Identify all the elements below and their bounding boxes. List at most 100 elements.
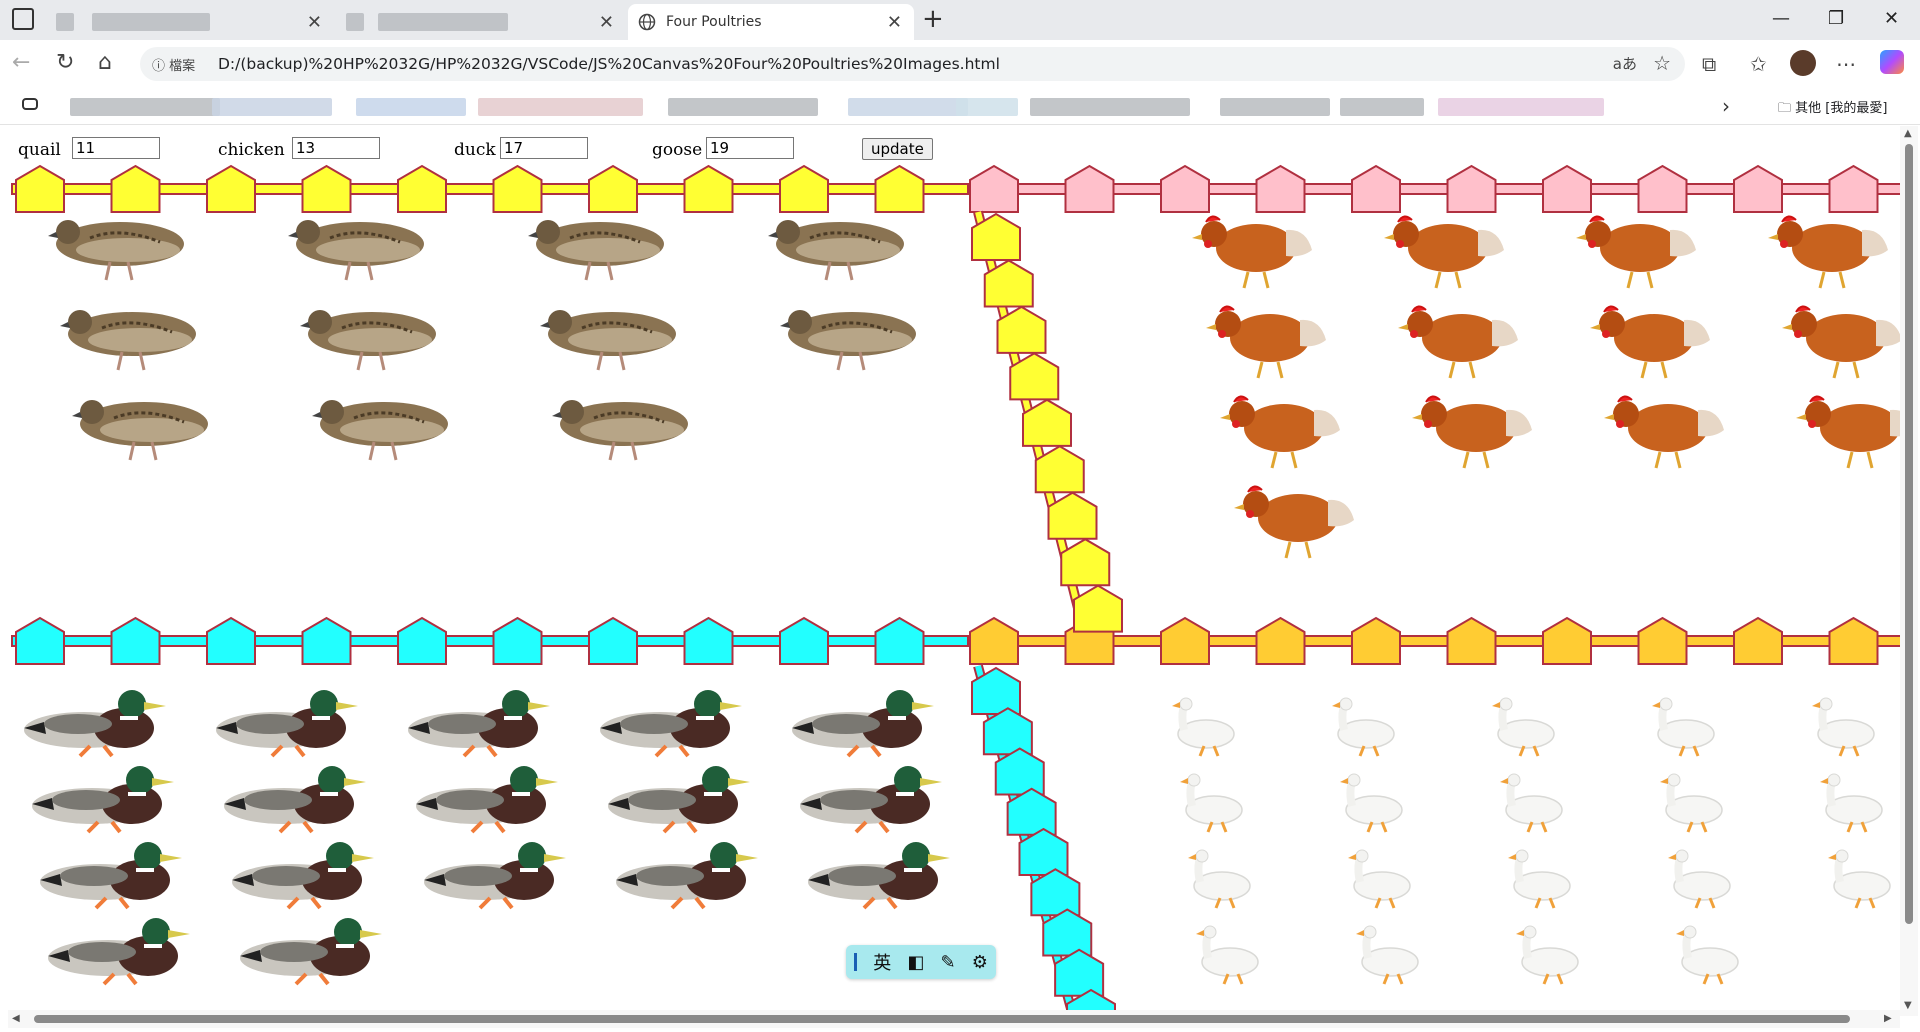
bookmark-item[interactable] [1030,98,1190,116]
goose-image [1660,773,1723,833]
restore-icon[interactable]: ❐ [1828,8,1844,29]
duck-image [424,842,566,910]
scroll-right-icon[interactable]: ▶ [1884,1013,1892,1024]
ime-width-icon[interactable]: ◧ [907,952,924,973]
chicken-fence-post [1160,164,1210,213]
chicken-image [1604,395,1724,469]
home-icon[interactable]: ⌂ [98,50,112,75]
bookmark-item[interactable] [478,98,643,116]
duck-fence-post [15,616,65,665]
bookmark-item[interactable] [956,98,1018,116]
bookmark-item[interactable] [356,98,466,116]
bookmark-item[interactable] [1340,98,1424,116]
tab-close-icon[interactable]: ✕ [307,12,322,33]
goose-image [1188,849,1251,909]
chicken-input[interactable] [292,137,380,159]
translate-icon[interactable]: aあ [1613,53,1637,74]
vertical-scrollbar[interactable]: ▲ ▼ [1900,126,1918,1016]
chicken-image [1576,215,1696,289]
chicken-image [1384,215,1504,289]
chicken-image [1398,305,1518,379]
back-icon[interactable]: ← [12,50,30,75]
chicken-fence-post [1446,164,1497,213]
goose-fence-post [1351,616,1401,665]
address-bar-row: ← ↻ ⌂ ⓘ 檔案 D:/(backup)%20HP%2032G/HP%203… [0,40,1920,90]
avatar[interactable] [1790,50,1816,76]
quail-image [48,220,184,281]
goose-input[interactable] [706,137,794,159]
goose-image [1340,773,1403,833]
tab-close-icon[interactable]: ✕ [887,12,902,33]
goose-image [1180,773,1243,833]
ime-grip-icon[interactable] [854,953,858,971]
goose-image [1196,925,1259,985]
chicken-fence-post [1064,164,1115,213]
reading-icon[interactable] [22,98,38,110]
duck-fence-post [683,616,734,665]
chicken-image [1234,485,1354,559]
ime-pad-icon[interactable]: ✎ [941,952,956,973]
reload-icon[interactable]: ↻ [56,50,74,75]
chevron-right-icon[interactable]: › [1722,94,1730,118]
scroll-left-icon[interactable]: ◀ [12,1013,20,1024]
quail-fence-post [779,164,829,213]
horizontal-scroll-thumb[interactable] [34,1015,1850,1023]
tab-2[interactable]: ✕ [336,4,626,40]
goose-fence-post [1446,616,1497,665]
duck-image [40,842,182,910]
minimize-icon[interactable]: — [1772,8,1790,29]
duck-fence-post [206,616,256,665]
duck-image [600,690,742,758]
bookmark-item[interactable] [1438,98,1604,116]
goose-image [1500,773,1563,833]
goose-fence-post [1733,616,1783,665]
update-button[interactable]: update [862,138,933,160]
close-window-icon[interactable]: ✕ [1884,8,1899,29]
goose-image [1652,697,1715,757]
address-bar[interactable]: ⓘ 檔案 D:/(backup)%20HP%2032G/HP%2032G/VSC… [140,47,1685,81]
chicken-image [1768,215,1888,289]
new-tab-icon[interactable]: + [922,4,944,34]
horizontal-scrollbar[interactable]: ◀ ▶ [8,1010,1900,1028]
quail-image [768,220,904,281]
goose-image [1348,849,1411,909]
copilot-icon[interactable] [1880,50,1904,74]
sidebar-toggle-icon[interactable] [12,8,34,30]
goose-fence-post [1637,616,1688,665]
bookmark-item[interactable] [70,98,220,116]
tab-four-poultries[interactable]: Four Poultries ✕ [628,4,914,40]
poultry-canvas [11,164,1900,1016]
scroll-up-icon[interactable]: ▲ [1904,128,1912,139]
duck-image [792,690,934,758]
goose-fence-post [1255,616,1306,665]
chicken-image [1206,305,1326,379]
quail-input[interactable] [72,137,160,159]
favorite-star-icon[interactable]: ☆ [1653,51,1671,75]
bookmark-item[interactable] [848,98,968,116]
goose-image [1172,697,1235,757]
vertical-scroll-thumb[interactable] [1905,144,1913,924]
quail-image [552,400,688,461]
scroll-down-icon[interactable]: ▼ [1904,1000,1912,1011]
duck-input[interactable] [500,137,588,159]
bookmark-item[interactable] [212,98,332,116]
goose-image [1356,925,1419,985]
favorites-icon[interactable]: ✩ [1750,52,1767,76]
duck-image [216,690,358,758]
folder-label: 其他 [我的最愛] [1795,101,1888,116]
tab-close-icon[interactable]: ✕ [599,12,614,33]
ime-mode-toggle[interactable]: 英 [873,949,891,975]
extensions-icon[interactable]: ⧉ [1702,52,1716,76]
quail-image [780,310,916,371]
other-favorites-folder[interactable]: 🗀 其他 [我的最愛] [1778,97,1887,121]
url-text[interactable]: D:/(backup)%20HP%2032G/HP%2032G/VSCode/J… [218,55,1000,73]
chicken-image [1192,215,1312,289]
bookmark-item[interactable] [1220,98,1330,116]
ime-settings-icon[interactable]: ⚙ [972,952,988,973]
bookmark-item[interactable] [668,98,818,116]
tab-1[interactable]: ✕ [44,4,334,40]
more-icon[interactable]: ⋯ [1836,52,1856,76]
quail-fence-post [492,164,543,213]
info-icon[interactable]: ⓘ 檔案 [152,55,195,74]
chicken-fence-post [1542,164,1592,213]
